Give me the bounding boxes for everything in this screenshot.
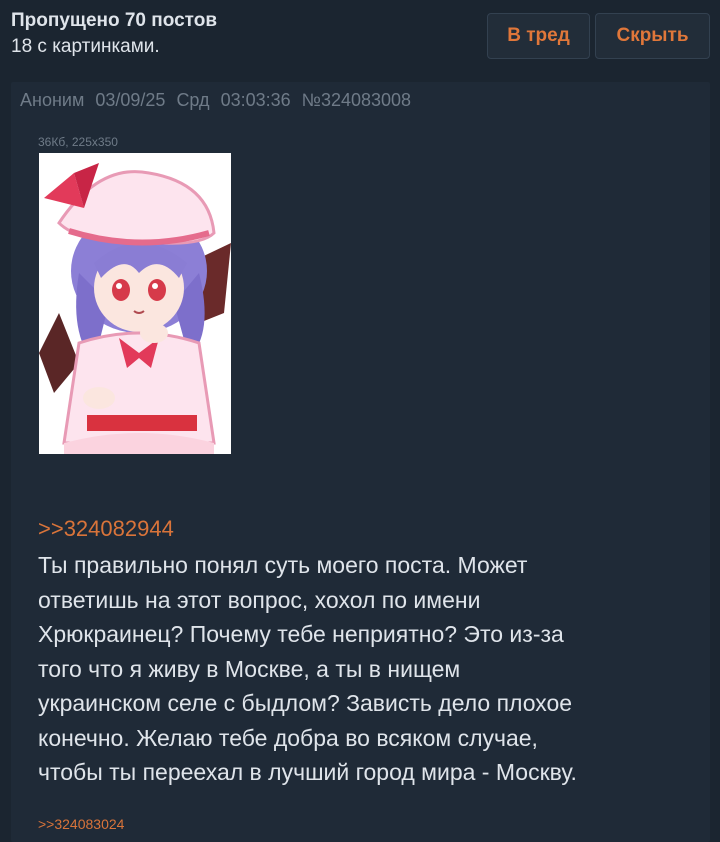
post-body-line: конечно. Желаю тебе добра во всяком случ… bbox=[38, 724, 538, 751]
skipped-posts-subtitle: 18 с картинками. bbox=[11, 36, 160, 57]
skipped-posts-title: Пропущено 70 постов bbox=[11, 10, 218, 31]
post: Аноним 03/09/25 Срд 03:03:36 №324083008 … bbox=[11, 82, 710, 842]
file-info[interactable]: 36Кб, 225x350 bbox=[38, 135, 118, 149]
to-thread-button[interactable]: В тред bbox=[487, 13, 590, 59]
post-meta: Аноним 03/09/25 Срд 03:03:36 №324083008 bbox=[20, 90, 417, 111]
post-body-line: Хрюкраинец? Почему тебе неприятно? Это и… bbox=[38, 621, 564, 647]
reply-link[interactable]: >>324082944 bbox=[38, 516, 174, 542]
thread-header: Пропущено 70 постов 18 с картинками. В т… bbox=[0, 0, 720, 82]
post-body-line: Ты правильно понял суть моего поста. Мож… bbox=[38, 552, 528, 578]
post-time: 03:03:36 bbox=[220, 90, 291, 110]
post-weekday: Срд bbox=[176, 90, 210, 110]
post-body-line: ответишь на этот вопрос, хохол по имени bbox=[38, 586, 481, 613]
post-image-thumbnail[interactable] bbox=[39, 153, 231, 454]
hide-thread-button[interactable]: Скрыть bbox=[595, 13, 710, 59]
answer-link[interactable]: >>324083024 bbox=[38, 816, 124, 832]
post-body: Ты правильно понял суть моего поста. Мож… bbox=[38, 548, 678, 790]
anime-character-thumbnail-icon bbox=[39, 153, 231, 454]
post-body-line: украинском селе с быдлом? Зависть дело п… bbox=[38, 690, 573, 716]
post-date: 03/09/25 bbox=[95, 90, 166, 110]
post-body-line: того что я живу в Москве, а ты в нищем bbox=[38, 655, 461, 682]
post-number[interactable]: №324083008 bbox=[302, 90, 411, 110]
post-body-line: чтобы ты переехал в лучший город мира - … bbox=[38, 759, 577, 785]
post-author: Аноним bbox=[20, 90, 85, 110]
